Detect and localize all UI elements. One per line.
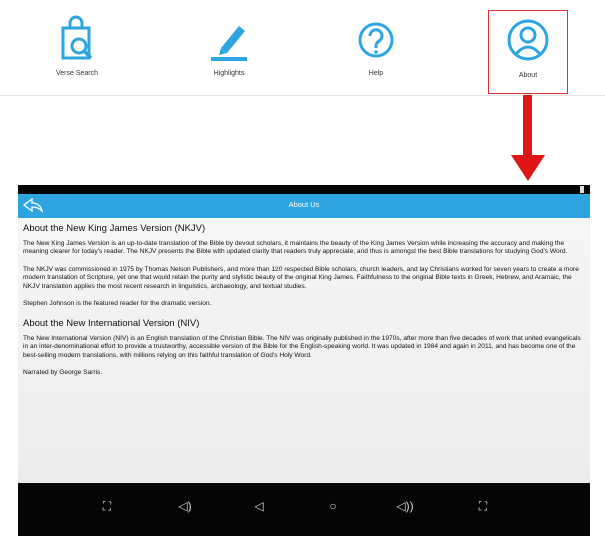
- toolbar-item-highlights[interactable]: Highlights: [184, 0, 274, 95]
- toolbar-item-help[interactable]: Help: [331, 0, 421, 95]
- shopping-bag-search-icon: [61, 15, 93, 60]
- niv-paragraph-1: The New International Version (NIV) is a…: [23, 334, 581, 359]
- section-heading-niv: About the New International Version (NIV…: [23, 317, 200, 329]
- volume-down-icon[interactable]: ◁): [176, 497, 194, 515]
- nkjv-paragraph-2: The NKJV was commissioned in 1975 by Tho…: [23, 265, 579, 290]
- device-screen: About Us About the New King James Versio…: [18, 185, 590, 536]
- toolbar-label-about: About: [518, 72, 538, 79]
- app-bar: About Us: [18, 194, 590, 218]
- about-content: About the New King James Version (NKJV) …: [18, 218, 590, 483]
- toolbar-divider: [0, 95, 605, 96]
- volume-up-icon[interactable]: ◁)): [396, 497, 414, 515]
- user-circle-icon: [507, 19, 549, 61]
- screenshot-icon[interactable]: ⛶: [98, 497, 116, 515]
- section-heading-nkjv: About the New King James Version (NKJV): [23, 223, 206, 234]
- toolbar-label-highlights: Highlights: [213, 70, 245, 77]
- callout-arrow-shaft: [523, 95, 532, 157]
- back-icon[interactable]: ◁: [250, 497, 268, 515]
- top-toolbar: Verse Search Highlights Help About: [0, 0, 605, 95]
- fullscreen-icon[interactable]: ⛶: [474, 497, 492, 515]
- toolbar-label-verse-search: Verse Search: [55, 70, 99, 77]
- nkjv-paragraph-3: Stephen Johnson is the featured reader f…: [23, 300, 212, 308]
- system-nav-bar: ⛶ ◁) ◁ ○ ◁)) ⛶: [18, 483, 590, 536]
- page-title: About Us: [288, 200, 320, 209]
- pencil-icon: [211, 26, 247, 61]
- home-icon[interactable]: ○: [324, 497, 342, 515]
- toolbar-label-help: Help: [368, 70, 384, 77]
- toolbar-item-verse-search[interactable]: Verse Search: [32, 0, 122, 95]
- question-circle-icon: [358, 22, 394, 58]
- status-bar: [18, 185, 590, 194]
- nkjv-paragraph-1: The New King James Version is an up-to-d…: [23, 240, 568, 256]
- toolbar-item-about[interactable]: About: [488, 10, 568, 94]
- niv-paragraph-2: Narrated by George Sarris.: [23, 368, 103, 376]
- battery-icon: [580, 186, 584, 193]
- callout-arrow-head: [511, 155, 545, 181]
